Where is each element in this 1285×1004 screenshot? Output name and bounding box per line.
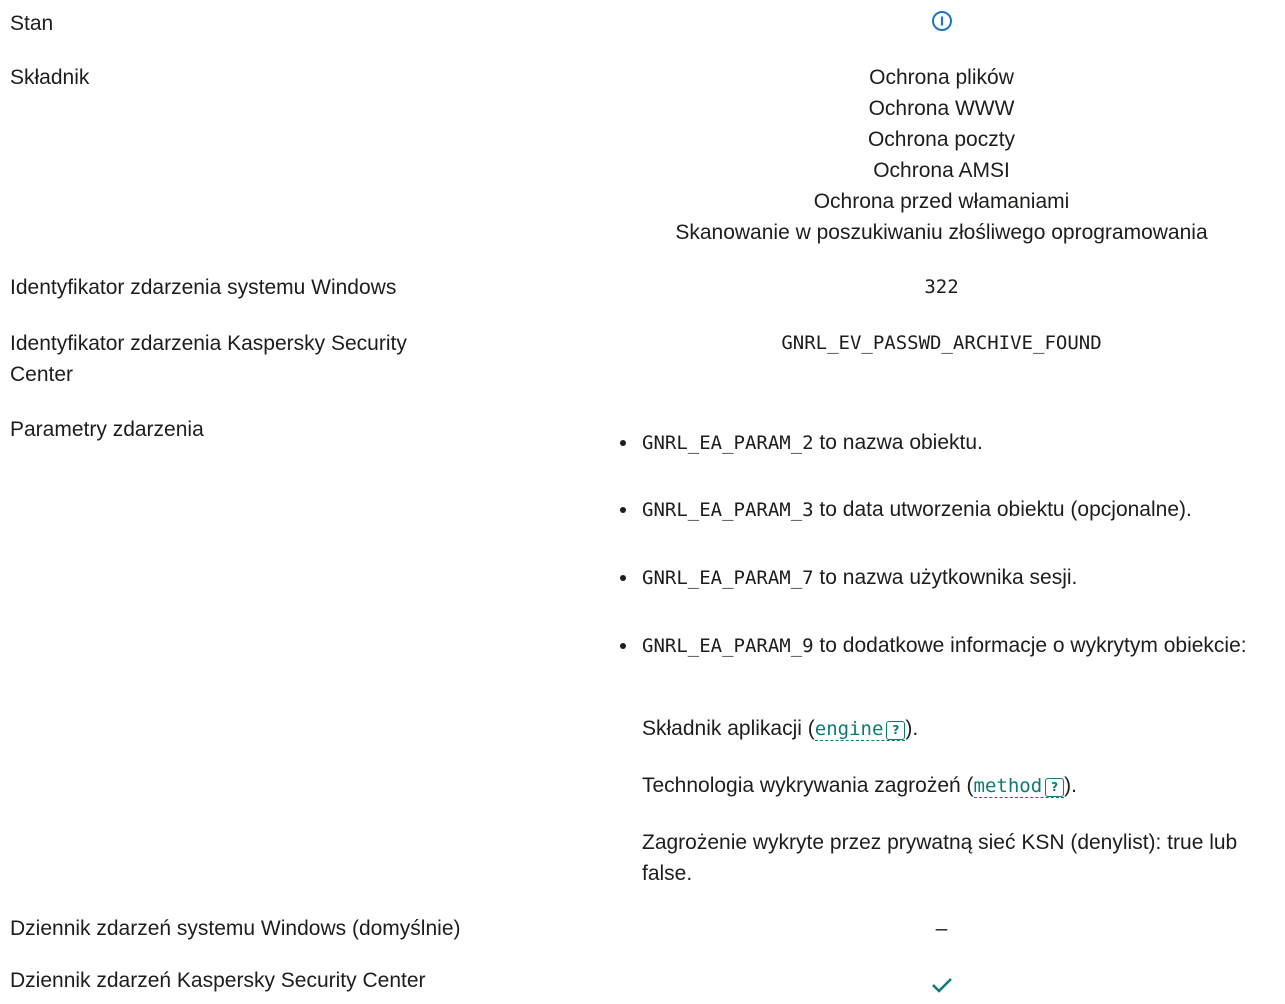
label-ksc-id-line2: Center [10, 363, 74, 386]
component-item: Skanowanie w poszukiwaniu złośliwego opr… [675, 221, 1208, 244]
label-stan: Stan [10, 12, 54, 35]
label-ksc-id-line1: Identyfikator zdarzenia Kaspersky Securi… [10, 332, 407, 355]
component-item: Ochrona AMSI [873, 159, 1010, 182]
component-item: Ochrona plików [869, 66, 1014, 89]
param-text: to nazwa obiektu. [813, 431, 983, 454]
param-code: GNRL_EA_PARAM_2 [642, 432, 814, 454]
component-list: Ochrona plików Ochrona WWW Ochrona poczt… [600, 62, 1283, 248]
value-windows-id: 322 [924, 276, 959, 298]
param-text: to dodatkowe informacje o wykrytym obiek… [813, 634, 1247, 657]
param-item: GNRL_EA_PARAM_2 to nazwa obiektu. [600, 427, 1285, 459]
sub-ksn: Zagrożenie wykryte przez prywatną sieć K… [642, 831, 1238, 885]
label-ksc-log: Dziennik zdarzeń Kaspersky Security Cent… [10, 969, 426, 992]
param-item: GNRL_EA_PARAM_7 to nazwa użytkownika ses… [600, 562, 1285, 594]
value-stan [600, 10, 1283, 41]
method-link[interactable]: method? [973, 775, 1065, 798]
component-item: Ochrona poczty [867, 128, 1016, 151]
sub-method: Technologia wykrywania zagrożeń (method?… [642, 774, 1077, 798]
param-item: GNRL_EA_PARAM_3 to data utworzenia obiek… [600, 494, 1285, 526]
help-icon[interactable]: ? [886, 721, 906, 740]
label-windows-id: Identyfikator zdarzenia systemu Windows [10, 276, 397, 299]
value-ksc-id: GNRL_EV_PASSWD_ARCHIVE_FOUND [781, 332, 1102, 354]
value-windows-log: – [935, 917, 948, 940]
param-code: GNRL_EA_PARAM_9 [642, 635, 814, 657]
param-text: to nazwa użytkownika sesji. [813, 566, 1078, 589]
param-text: to data utworzenia obiektu (opcjonalne). [813, 498, 1192, 521]
help-icon[interactable]: ? [1045, 778, 1065, 797]
label-params: Parametry zdarzenia [10, 418, 204, 441]
component-item: Ochrona WWW [868, 97, 1015, 120]
checkmark-icon [931, 978, 952, 993]
label-ksc-id: Identyfikator zdarzenia Kaspersky Securi… [10, 328, 407, 390]
component-item: Ochrona przed włamaniami [813, 190, 1070, 213]
engine-link[interactable]: engine? [814, 718, 906, 741]
label-skladnik: Składnik [10, 66, 90, 89]
value-ksc-log [600, 973, 1283, 1004]
param-item: GNRL_EA_PARAM_9 to dodatkowe informacje … [600, 630, 1262, 662]
param-list: GNRL_EA_PARAM_2 to nazwa obiektu. GNRL_E… [600, 427, 1285, 662]
info-icon [931, 11, 952, 31]
param-code: GNRL_EA_PARAM_7 [642, 567, 814, 589]
sub-engine: Składnik aplikacji (engine?). [642, 717, 919, 741]
label-windows-log: Dziennik zdarzeń systemu Windows (domyśl… [10, 917, 461, 940]
param-code: GNRL_EA_PARAM_3 [642, 499, 814, 521]
